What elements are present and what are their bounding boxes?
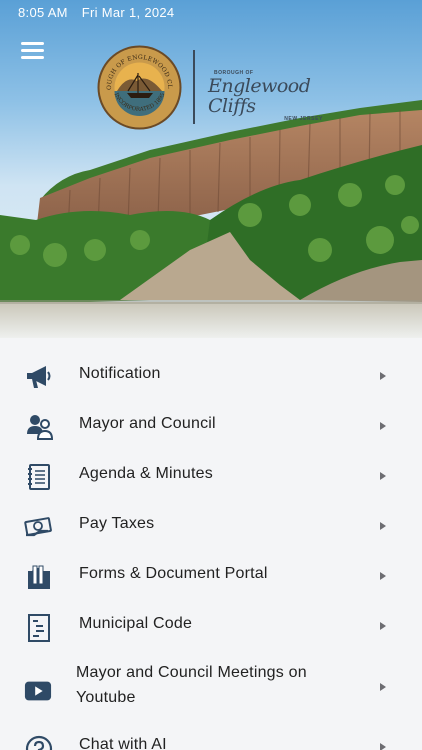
chevron-right-icon [380, 743, 386, 750]
menu-item-mayor-council[interactable]: Mayor and Council [0, 401, 422, 451]
notebook-icon [28, 464, 50, 490]
status-bar: 8:05 AM Fri Mar 1, 2024 [18, 5, 188, 20]
chevron-right-icon [380, 472, 386, 480]
borough-seal-logo: BOROUGH OF ENGLEWOOD CLIFFS INCORPORATED… [97, 45, 182, 130]
borough-wordmark: BOROUGH OF Englewood Cliffs NEW JERSEY [208, 70, 333, 122]
menu-item-label: Mayor and Council Meetings on Youtube [76, 664, 307, 706]
menu-item-label: Mayor and Council [79, 415, 216, 432]
chevron-right-icon [380, 683, 386, 691]
folder-icon [28, 565, 50, 589]
menu-item-chat-ai[interactable]: Chat with AI [0, 726, 422, 750]
youtube-icon [24, 681, 52, 701]
palisades-cliff-image [0, 100, 422, 338]
menu-item-label: Notification [79, 365, 161, 382]
people-icon [27, 415, 54, 440]
logo-divider [193, 50, 195, 124]
menu-item-notification[interactable]: Notification [0, 351, 422, 401]
status-time: 8:05 AM [18, 5, 68, 20]
menu-item-municipal-code[interactable]: Municipal Code [0, 601, 422, 651]
chevron-right-icon [380, 622, 386, 630]
status-date: Fri Mar 1, 2024 [81, 5, 175, 20]
chevron-right-icon [380, 522, 386, 530]
main-menu-list: Notification Mayor and Council Agenda & … [0, 338, 422, 750]
chevron-right-icon [380, 372, 386, 380]
menu-item-label: Chat with AI [79, 736, 167, 750]
megaphone-icon [27, 366, 51, 388]
menu-item-forms-document-portal[interactable]: Forms & Document Portal [0, 551, 422, 601]
chevron-right-icon [380, 422, 386, 430]
wordmark-main: Englewood Cliffs [208, 75, 311, 117]
menu-item-youtube-meetings[interactable]: Mayor and Council Meetings on Youtube [0, 658, 422, 722]
hamburger-menu-icon[interactable] [21, 42, 44, 60]
menu-item-label: Municipal Code [79, 615, 193, 632]
menu-item-label: Forms & Document Portal [79, 565, 268, 582]
menu-item-agenda-minutes[interactable]: Agenda & Minutes [0, 451, 422, 501]
header-banner: 8:05 AM Fri Mar 1, 2024 BOROUGH OF ENGLEW… [0, 0, 422, 338]
money-icon [24, 517, 52, 537]
question-icon [25, 735, 53, 750]
menu-item-label: Pay Taxes [79, 515, 155, 532]
chevron-right-icon [380, 572, 386, 580]
menu-item-label: Agenda & Minutes [79, 465, 213, 482]
menu-item-pay-taxes[interactable]: Pay Taxes [0, 501, 422, 551]
document-icon [28, 614, 50, 642]
